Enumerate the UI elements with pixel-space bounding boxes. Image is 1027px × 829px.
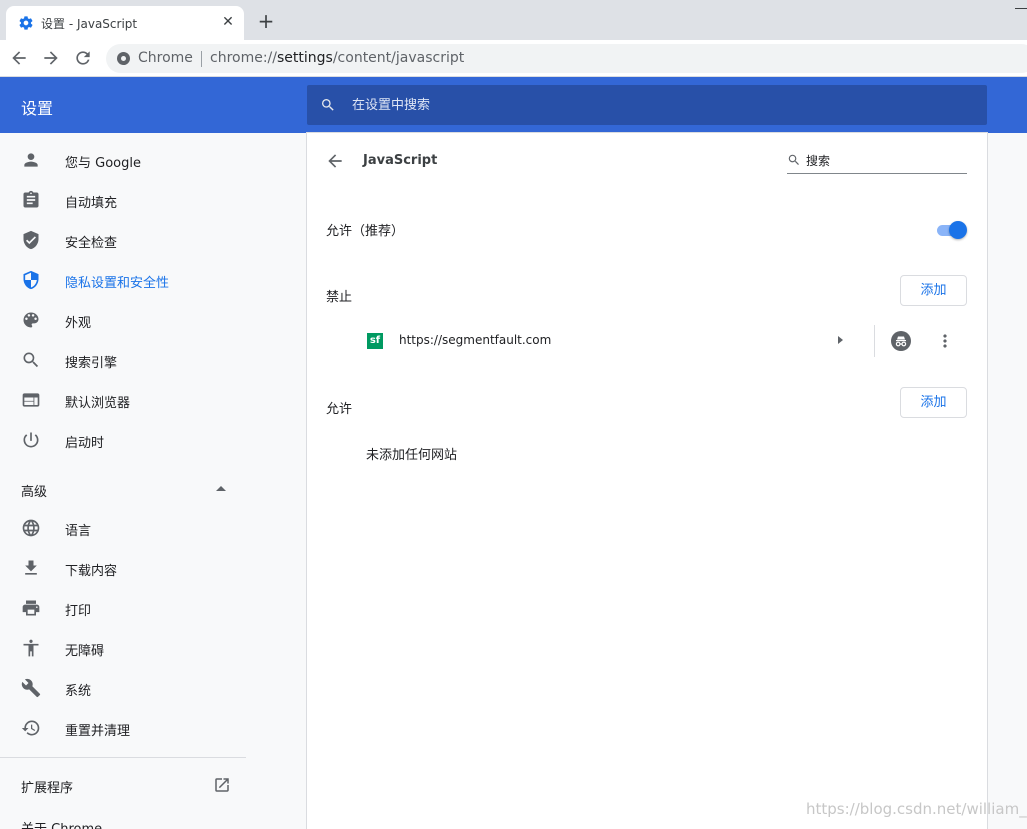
history-icon [21, 718, 41, 738]
browser-window-icon [21, 390, 41, 410]
add-blocked-button[interactable]: 添加 [900, 275, 967, 306]
more-vert-icon[interactable] [935, 331, 955, 351]
allow-recommended-label: 允许（推荐） [326, 224, 405, 239]
shield-half-icon [21, 270, 41, 290]
row-divider [874, 325, 875, 357]
new-tab-button[interactable]: + [256, 11, 276, 32]
reload-icon[interactable] [73, 48, 93, 68]
sidebar-item-accessibility[interactable]: 无障碍 [0, 628, 246, 668]
url-path: /content/javascript [332, 50, 465, 66]
chevron-up-icon [216, 486, 226, 491]
toggle-knob [949, 221, 967, 239]
sidebar-item-reset[interactable]: 重置并清理 [0, 708, 246, 748]
search-icon [787, 153, 801, 167]
sidebar-item-label: 启动时 [65, 436, 105, 451]
tab-strip: 设置 - JavaScript ✕ + [0, 0, 1027, 40]
sidebar-item-label: 外观 [65, 316, 92, 331]
sidebar-item-google[interactable]: 您与 Google [0, 140, 246, 180]
search-icon [21, 350, 41, 370]
address-divider [201, 51, 202, 67]
tab-title: 设置 - JavaScript [41, 17, 138, 31]
sidebar-item-label: 打印 [65, 604, 92, 619]
power-icon [21, 430, 41, 450]
sidebar-item-autofill[interactable]: 自动填充 [0, 180, 246, 220]
chrome-page-icon [117, 52, 130, 65]
browser-toolbar: Chrome chrome://settings/content/javascr… [0, 40, 1027, 77]
forward-arrow-icon[interactable] [41, 48, 61, 68]
empty-list-message: 未添加任何网站 [366, 448, 458, 463]
globe-icon [21, 518, 41, 538]
sidebar-item-default-browser[interactable]: 默认浏览器 [0, 380, 246, 420]
tab-settings[interactable]: 设置 - JavaScript ✕ [6, 6, 244, 40]
sidebar-item-system[interactable]: 系统 [0, 668, 246, 708]
allowed-section-label: 允许 [326, 402, 353, 417]
watermark: https://blog.csdn.net/william_n [806, 800, 1027, 818]
printer-icon [21, 598, 41, 618]
wrench-icon [21, 678, 41, 698]
advanced-label: 高级 [21, 485, 48, 500]
sidebar-divider [0, 757, 246, 758]
url-scheme: chrome:// [210, 50, 277, 66]
back-arrow-icon[interactable] [325, 151, 345, 171]
site-url: https://segmentfault.com [399, 333, 552, 347]
sidebar-item-safety-check[interactable]: 安全检查 [0, 220, 246, 260]
person-icon [21, 150, 41, 170]
accessibility-icon [21, 638, 41, 658]
url-host: settings [277, 50, 333, 66]
minimize-button[interactable] [1015, 8, 1027, 9]
add-allowed-button[interactable]: 添加 [900, 387, 967, 418]
sidebar-item-search-engine[interactable]: 搜索引擎 [0, 340, 246, 380]
subpage-search[interactable] [787, 151, 967, 174]
back-arrow-icon[interactable] [9, 48, 29, 68]
javascript-allow-toggle[interactable] [935, 221, 967, 239]
open-in-new-icon [213, 776, 231, 794]
close-icon[interactable]: ✕ [220, 14, 236, 30]
subpage-search-input[interactable] [806, 152, 961, 170]
clipboard-icon [21, 190, 41, 210]
sidebar-item-label: 搜索引擎 [65, 356, 118, 371]
palette-icon [21, 310, 41, 330]
sidebar-item-languages[interactable]: 语言 [0, 508, 246, 548]
sidebar-item-label: 系统 [65, 684, 92, 699]
incognito-icon [891, 331, 911, 351]
address-bar[interactable]: Chrome chrome://settings/content/javascr… [106, 44, 1027, 73]
sidebar-item-label: 您与 Google [65, 156, 141, 171]
address-url[interactable]: chrome://settings/content/javascript [210, 50, 464, 66]
sidebar-item-about[interactable]: 关于 Chrome [0, 805, 246, 829]
sidebar-item-label: 扩展程序 [21, 781, 74, 796]
sidebar-item-label: 下载内容 [65, 564, 118, 579]
shield-check-icon [21, 230, 41, 250]
sidebar-item-on-startup[interactable]: 启动时 [0, 420, 246, 460]
subpage-title: JavaScript [363, 153, 438, 168]
settings-card: JavaScript 允许（推荐） 禁止 添加 sf https://segme… [307, 133, 987, 829]
sidebar: 您与 Google 自动填充 安全检查 隐私设置和安全性 外观 搜索引擎 默认浏… [0, 133, 246, 829]
search-icon [320, 97, 336, 113]
address-chip: Chrome [138, 50, 193, 66]
sidebar-item-label: 语言 [65, 524, 92, 539]
site-favicon: sf [367, 333, 383, 349]
page-title: 设置 [21, 99, 54, 118]
sidebar-item-downloads[interactable]: 下载内容 [0, 548, 246, 588]
sidebar-item-label: 自动填充 [65, 196, 118, 211]
sidebar-item-appearance[interactable]: 外观 [0, 300, 246, 340]
sidebar-item-printing[interactable]: 打印 [0, 588, 246, 628]
advanced-toggle[interactable]: 高级 [0, 468, 246, 508]
sidebar-item-privacy[interactable]: 隐私设置和安全性 [0, 260, 246, 300]
sidebar-item-extensions[interactable]: 扩展程序 [0, 765, 246, 805]
settings-search[interactable] [307, 85, 987, 125]
sidebar-item-label: 无障碍 [65, 644, 105, 659]
settings-header: 设置 [0, 77, 1027, 133]
list-item[interactable]: sf https://segmentfault.com [307, 321, 987, 361]
download-icon [21, 558, 41, 578]
sidebar-item-label: 隐私设置和安全性 [65, 276, 170, 291]
gear-icon [18, 15, 34, 31]
settings-search-input[interactable] [352, 95, 952, 115]
sidebar-item-label: 默认浏览器 [65, 396, 131, 411]
chevron-right-icon[interactable] [838, 336, 843, 344]
blocked-section-label: 禁止 [326, 290, 353, 305]
sidebar-item-label: 安全检查 [65, 236, 118, 251]
sidebar-item-label: 关于 Chrome [21, 818, 102, 829]
sidebar-item-label: 重置并清理 [65, 724, 131, 739]
